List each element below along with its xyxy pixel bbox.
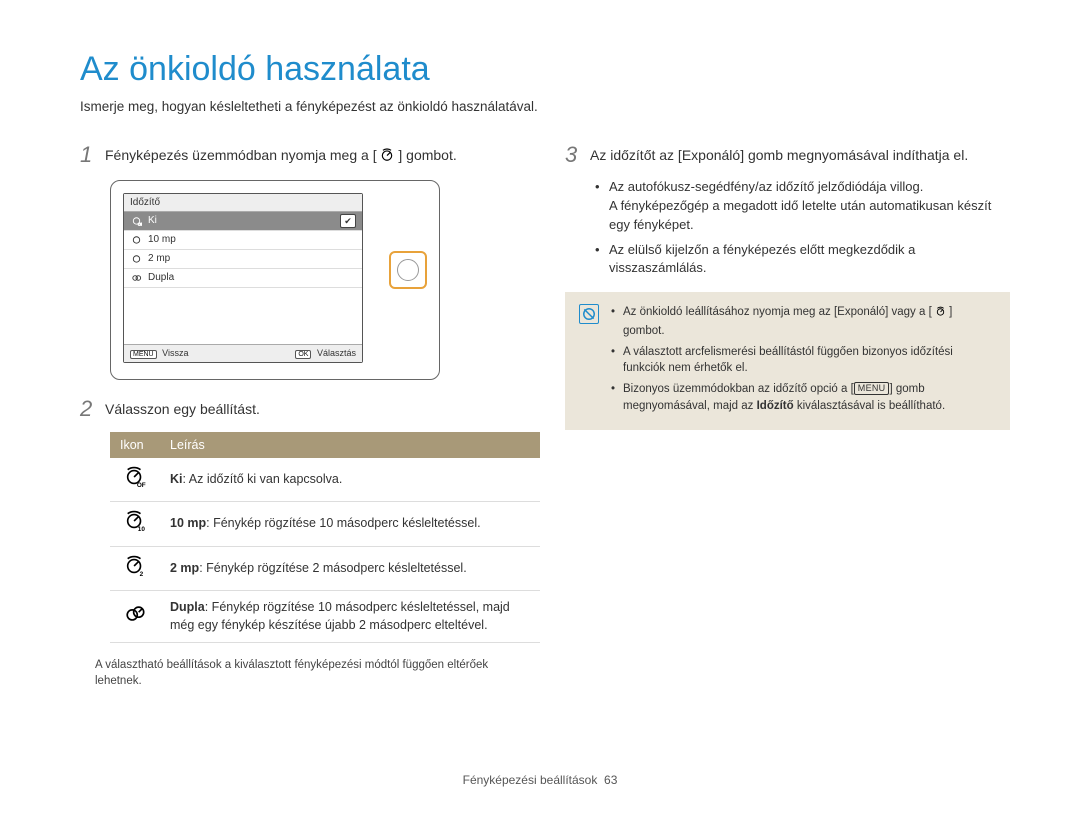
info-icon [579, 304, 599, 324]
timer-icon [380, 148, 394, 168]
bullet-line1: Az elülső kijelzőn a fényképezés előtt m… [609, 242, 915, 276]
left-column: 1 Fényképezés üzemmódban nyomja meg a [ … [80, 144, 525, 689]
list-item: A választott arcfelismerési beállítástól… [611, 344, 996, 377]
menu-item-label: 2 mp [148, 253, 170, 264]
footer-label: Fényképezési beállítások [463, 773, 598, 787]
menu-chip: MENU [130, 350, 157, 359]
timer-off-icon: OFF [130, 215, 142, 227]
table-row: Dupla: Fénykép rögzítése 10 másodperc ké… [110, 591, 540, 643]
step-3: 3 Az időzítőt az [Exponáló] gomb megnyom… [565, 144, 1010, 166]
step1-after: ] gombot. [398, 147, 456, 163]
step-number: 3 [565, 144, 580, 166]
th-desc: Leírás [160, 432, 540, 458]
list-item: Bizonyos üzemmódokban az időzítő opció a… [611, 381, 996, 414]
timer-off-icon: OFF [110, 458, 160, 502]
step-text: Az időzítőt az [Exponáló] gomb megnyomás… [590, 144, 968, 166]
timer-10-icon: 10 [110, 502, 160, 547]
ok-chip: OK [295, 350, 311, 359]
menu-item: 2 mp [124, 250, 362, 269]
svg-text:10: 10 [138, 526, 146, 532]
list-item: Az önkioldó leállításához nyomja meg az … [611, 304, 996, 339]
row-rest: : Fénykép rögzítése 10 másodperc késlelt… [170, 600, 510, 632]
menu-item: Dupla [124, 269, 362, 288]
svg-text:2: 2 [140, 571, 144, 577]
info-box: Az önkioldó leállításához nyomja meg az … [565, 292, 1010, 430]
timer-2-icon: 2 [110, 546, 160, 591]
menu-item-label: Dupla [148, 272, 174, 283]
row-rest: : Fénykép rögzítése 2 másodperc késlelte… [199, 561, 467, 575]
page-footer: Fényképezési beállítások 63 [0, 773, 1080, 787]
table-footnote: A választható beállítások a kiválasztott… [95, 657, 525, 689]
page-subtitle: Ismerje meg, hogyan késleltetheti a fény… [80, 99, 1010, 114]
step1-before: Fényképezés üzemmódban nyomja meg a [ [105, 147, 377, 163]
step-number: 1 [80, 144, 95, 168]
step-text: Fényképezés üzemmódban nyomja meg a [ ] … [105, 144, 457, 168]
camera-illustration: Időzítő OFF Ki 10 mp [110, 180, 525, 380]
info1-before: Az önkioldó leállításához nyomja meg az … [623, 306, 932, 318]
table-row: OFF Ki: Az időzítő ki van kapcsolva. [110, 458, 540, 502]
shutter-button-highlight [389, 251, 427, 289]
list-item: Az elülső kijelzőn a fényképezés előtt m… [595, 241, 1010, 279]
info3-before: Bizonyos üzemmódokban az időzítő opció a… [623, 383, 854, 395]
row-rest: : Fénykép rögzítése 10 másodperc késlelt… [206, 516, 480, 530]
timer-double-icon [130, 272, 142, 284]
table-row: 2 2 mp: Fénykép rögzítése 2 másodperc ké… [110, 546, 540, 591]
timer-double-icon [110, 591, 160, 643]
timer-2-icon [130, 253, 142, 265]
step3-sublist: Az autofókusz-segédfény/az időzítő jelző… [565, 178, 1010, 278]
info3-after: kiválasztásával is beállítható. [794, 400, 946, 412]
row-rest: : Az időzítő ki van kapcsolva. [183, 472, 343, 486]
screen-menu-title: Időzítő [124, 194, 362, 212]
table-row: 10 10 mp: Fénykép rögzítése 10 másodperc… [110, 502, 540, 547]
timer-10-icon [130, 234, 142, 246]
menu-item: 10 mp [124, 231, 362, 250]
row-term: Ki [170, 472, 183, 486]
right-column: 3 Az időzítőt az [Exponáló] gomb megnyom… [565, 144, 1010, 689]
row-term: 2 mp [170, 561, 199, 575]
step-number: 2 [80, 398, 95, 420]
footer-select-label: Választás [317, 348, 356, 358]
page-title: Az önkioldó használata [80, 50, 1010, 89]
settings-table: Ikon Leírás OFF Ki: Az időzítő ki van ka… [110, 432, 540, 644]
menu-chip: MENU [854, 382, 890, 395]
timer-icon [935, 306, 946, 323]
info-list: Az önkioldó leállításához nyomja meg az … [611, 304, 996, 418]
camera-screen: Időzítő OFF Ki 10 mp [123, 193, 363, 363]
bullet-line1: Az autofókusz-segédfény/az időzítő jelző… [609, 179, 923, 194]
th-icon: Ikon [110, 432, 160, 458]
info3-bold: Időzítő [757, 400, 794, 412]
svg-text:OFF: OFF [137, 482, 146, 488]
step-text: Válasszon egy beállítást. [105, 398, 260, 420]
footer-page: 63 [604, 773, 617, 787]
row-term: Dupla [170, 600, 205, 614]
svg-text:OFF: OFF [137, 223, 141, 226]
footer-back-label: Vissza [162, 348, 188, 358]
row-term: 10 mp [170, 516, 206, 530]
screen-footer: MENU Vissza OK Választás [124, 344, 362, 362]
step-1: 1 Fényképezés üzemmódban nyomja meg a [ … [80, 144, 525, 168]
menu-item-selected: OFF Ki [124, 212, 362, 231]
step-2: 2 Válasszon egy beállítást. [80, 398, 525, 420]
list-item: Az autofókusz-segédfény/az időzítő jelző… [595, 178, 1010, 235]
bullet-line2: A fényképezőgép a megadott idő letelte u… [609, 198, 991, 232]
menu-item-label: 10 mp [148, 234, 176, 245]
menu-item-label: Ki [148, 215, 157, 226]
